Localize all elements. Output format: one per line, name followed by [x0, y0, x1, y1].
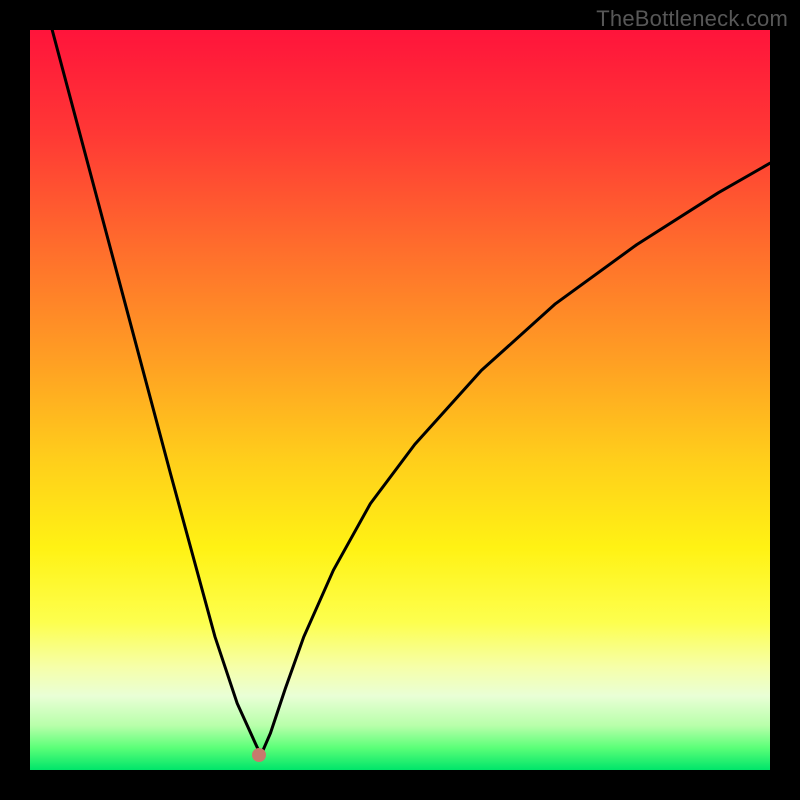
watermark-text: TheBottleneck.com — [596, 6, 788, 32]
bottleneck-curve — [30, 30, 770, 770]
chart-frame — [30, 30, 770, 770]
